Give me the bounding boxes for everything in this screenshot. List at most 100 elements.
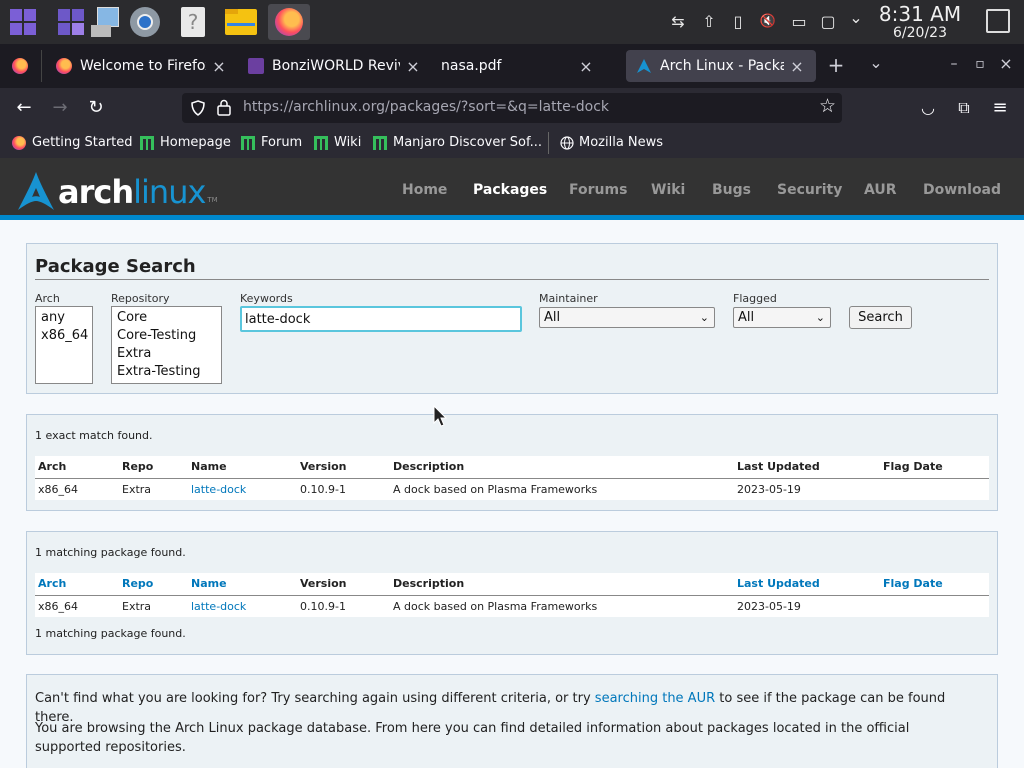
nav-packages[interactable]: Packages [473,182,547,198]
network-share-icon[interactable]: ⇆ [667,12,689,32]
repo-option[interactable]: Core [117,309,216,327]
nav-home[interactable]: Home [402,182,447,198]
maximize-button[interactable]: ▫ [970,56,990,72]
tracking-protection-shield-icon[interactable] [190,100,206,116]
nav-bugs[interactable]: Bugs [712,182,751,198]
tab-close-icon[interactable]: × [404,57,422,76]
app-menu-icon[interactable]: ≡ [986,96,1014,120]
column-header: Name [188,456,297,479]
close-window-button[interactable]: × [996,54,1016,73]
sort-by-last-updated[interactable]: Last Updated [734,573,880,596]
repo-option[interactable]: Extra [117,345,216,363]
clipboard-icon[interactable]: ▯ [727,12,749,32]
search-button[interactable]: Search [849,306,912,329]
updates-icon[interactable]: ⇧ [698,12,720,32]
tray-expand-icon[interactable]: ⌄ [845,8,867,28]
forward-button[interactable]: → [46,96,74,120]
arch-logo[interactable]: arch linux TM [16,170,218,210]
cell-name: latte-dock [188,595,297,617]
bookmarks-separator [548,132,549,154]
bookmark-forum[interactable]: Forum [241,135,302,150]
arch-favicon-icon [637,59,651,73]
lock-icon[interactable] [217,99,231,116]
arch-listbox[interactable]: any x86_64 [35,306,93,384]
bookmark-homepage[interactable]: Homepage [140,135,231,150]
search-aur-link[interactable]: searching the AUR [595,691,715,706]
keywords-input[interactable] [240,306,522,332]
help-icon[interactable]: ? [174,4,212,40]
nav-aur[interactable]: AUR [864,182,897,198]
bookmark-wiki[interactable]: Wiki [314,135,361,150]
repository-label: Repository [111,292,170,305]
matching-count: 1 matching package found. [35,546,186,559]
new-tab-button[interactable]: + [826,53,846,77]
nav-wiki[interactable]: Wiki [651,182,685,198]
url-bar[interactable]: https://archlinux.org/packages/?sort=&q=… [182,93,842,123]
exact-match-table: Arch Repo Name Version Description Last … [35,456,989,500]
info-section: Can't find what you are looking for? Try… [26,674,998,768]
manjaro-icon [314,135,328,150]
sort-by-name[interactable]: Name [188,573,297,596]
bookmark-star-icon[interactable]: ☆ [819,95,836,117]
repo-option[interactable]: Core-Testing [117,327,216,345]
files-icon[interactable] [222,4,260,40]
table-header-row: Arch Repo Name Version Description Last … [35,456,989,479]
back-button[interactable]: ← [10,96,38,120]
firefox-favicon-icon [56,58,72,74]
sort-by-arch[interactable]: Arch [35,573,119,596]
volume-muted-icon[interactable]: 🔇 [757,12,779,32]
nav-security[interactable]: Security [777,182,842,198]
pager-desktop-2-icon[interactable] [52,4,90,40]
bookmark-getting-started[interactable]: Getting Started [12,135,133,150]
nav-forums[interactable]: Forums [569,182,627,198]
battery-icon[interactable]: ▭ [788,12,810,32]
bonzi-favicon-icon [248,58,264,74]
column-header: Flag Date [880,456,989,479]
manjaro-icon [241,135,255,150]
tab-close-icon[interactable]: × [788,57,806,76]
reload-button[interactable]: ↻ [82,96,110,120]
exact-match-section: 1 exact match found. Arch Repo Name Vers… [26,414,998,511]
arch-option[interactable]: any [41,309,87,327]
pocket-icon[interactable]: ◡ [914,96,942,120]
show-desktop-button[interactable] [986,9,1010,33]
nav-download[interactable]: Download [923,182,1001,198]
list-all-tabs-button[interactable]: ⌄ [866,53,886,72]
pager-desktop-3-icon[interactable] [86,4,124,40]
tab-bar: Welcome to Firefox × BonziWORLD Revived … [0,44,1024,88]
clock[interactable]: 8:31 AM 6/20/23 [878,3,962,41]
sort-by-flag-date[interactable]: Flag Date [880,573,989,596]
repository-listbox[interactable]: Core Core-Testing Extra Extra-Testing [111,306,222,384]
package-link[interactable]: latte-dock [191,483,246,496]
bookmark-manjaro-discover[interactable]: Manjaro Discover Sof... [373,135,542,150]
column-header: Repo [119,456,188,479]
flagged-select[interactable]: All ⌄ [733,307,831,328]
repo-option[interactable]: Extra-Testing [117,363,216,381]
manjaro-icon [140,135,154,150]
extensions-icon[interactable]: ⧉ [950,96,978,120]
taskbar: ? ⇆ ⇧ ▯ 🔇 ▭ ▢ ⌄ 8:31 AM 6/20/23 [0,0,1024,44]
tab-arch-packages[interactable]: Arch Linux - Package × [626,50,816,82]
pager-desktop-1-icon[interactable] [4,4,42,40]
sort-by-repo[interactable]: Repo [119,573,188,596]
minimize-button[interactable]: – [944,56,964,72]
arch-label: Arch [35,292,60,305]
firefox-icon[interactable] [268,4,310,40]
arch-option[interactable]: x86_64 [41,327,88,345]
cell-description: A dock based on Plasma Frameworks [390,595,734,617]
display-icon[interactable]: ▢ [817,12,839,32]
bookmark-mozilla-news[interactable]: Mozilla News [560,135,663,150]
tab-close-icon[interactable]: × [210,57,228,76]
flagged-label: Flagged [733,292,777,305]
maintainer-select[interactable]: All ⌄ [539,307,715,328]
firefox-view-icon[interactable] [12,58,28,74]
column-header: Description [390,573,734,596]
tab-bonziworld[interactable]: BonziWORLD Revived × [238,50,432,82]
package-link[interactable]: latte-dock [191,600,246,613]
system-settings-icon[interactable] [126,4,164,40]
matching-footer-count: 1 matching package found. [35,627,186,640]
tab-nasa-pdf[interactable]: nasa.pdf × [431,50,623,82]
tab-close-icon[interactable]: × [577,57,595,76]
tab-welcome-firefox[interactable]: Welcome to Firefox × [46,50,238,82]
cell-updated: 2023-05-19 [734,478,880,500]
